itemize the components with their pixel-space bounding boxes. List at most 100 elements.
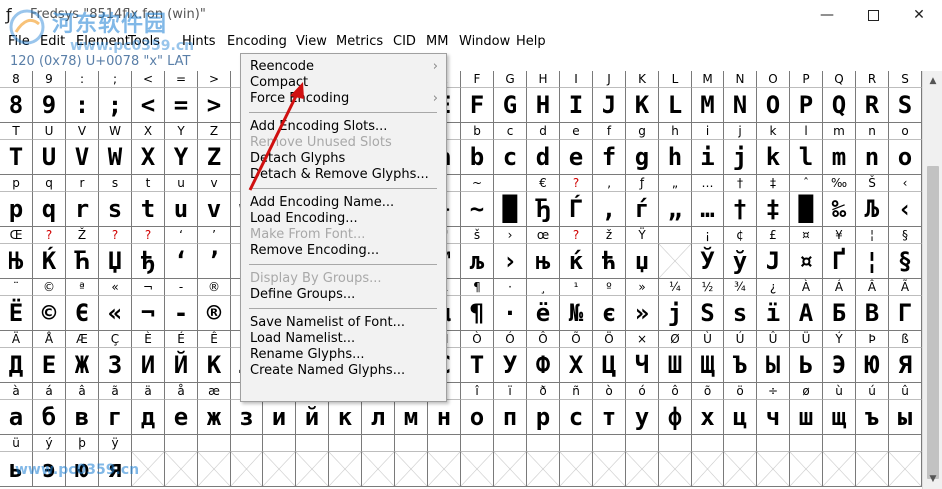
glyph-cell[interactable]: Я <box>889 348 922 383</box>
glyph-cell[interactable]: й <box>296 400 329 435</box>
glyph-cell[interactable]: L <box>659 88 692 123</box>
menu-help[interactable]: Help <box>516 34 546 49</box>
glyph-cell[interactable]: ф <box>659 400 692 435</box>
glyph-cell[interactable]: Ч <box>626 348 659 383</box>
glyph-cell[interactable]: ѓ <box>626 192 659 227</box>
glyph-cell[interactable]: ы <box>889 400 922 435</box>
glyph-cell[interactable]: f <box>593 140 626 175</box>
glyph-cell[interactable]: J <box>593 88 626 123</box>
glyph-cell[interactable]: n <box>856 140 889 175</box>
menu-item-remove-encoding[interactable]: Remove Encoding... <box>250 243 379 258</box>
glyph-cell[interactable]: Y <box>165 140 198 175</box>
menu-item-load-namelist[interactable]: Load Namelist... <box>250 331 355 346</box>
menu-item-create-named-glyphs[interactable]: Create Named Glyphs... <box>250 363 405 378</box>
glyph-cell[interactable]: Щ <box>692 348 724 383</box>
glyph-cell[interactable]: д <box>132 400 165 435</box>
glyph-cell[interactable]: а <box>0 400 33 435</box>
glyph-cell[interactable]: И <box>132 348 165 383</box>
menu-item-force-encoding[interactable]: Force Encoding <box>250 91 349 106</box>
glyph-cell[interactable]: Ъ <box>724 348 757 383</box>
glyph-cell[interactable]: ћ <box>593 244 626 279</box>
glyph-cell[interactable]: Й <box>165 348 198 383</box>
glyph-cell[interactable] <box>362 452 395 487</box>
glyph-cell[interactable]: Ь <box>790 348 823 383</box>
glyph-cell[interactable]: P <box>790 88 823 123</box>
glyph-cell[interactable]: M <box>692 88 724 123</box>
glyph-cell[interactable] <box>198 452 231 487</box>
glyph-cell[interactable]: c <box>494 140 527 175</box>
glyph-cell[interactable]: Q <box>823 88 856 123</box>
menu-item-save-namelist-of-font[interactable]: Save Namelist of Font... <box>250 315 405 330</box>
menu-item-add-encoding-name[interactable]: Add Encoding Name... <box>250 195 394 210</box>
glyph-cell[interactable]: … <box>692 192 724 227</box>
glyph-cell[interactable] <box>889 452 922 487</box>
glyph-cell[interactable]: q <box>33 192 66 227</box>
glyph-cell[interactable]: л <box>362 400 395 435</box>
glyph-cell[interactable] <box>494 452 527 487</box>
glyph-cell[interactable]: ј <box>659 296 692 331</box>
glyph-cell[interactable]: █ <box>790 192 823 227</box>
menu-mm[interactable]: MM <box>426 34 448 49</box>
glyph-cell[interactable]: ў <box>724 244 757 279</box>
glyph-cell[interactable]: O <box>757 88 790 123</box>
glyph-cell[interactable]: е <box>165 400 198 435</box>
menu-item-compact[interactable]: Compact <box>250 75 308 90</box>
glyph-cell[interactable]: U <box>33 140 66 175</box>
glyph-cell[interactable] <box>757 452 790 487</box>
glyph-cell[interactable]: ж <box>198 400 231 435</box>
glyph-cell[interactable]: † <box>724 192 757 227</box>
glyph-cell[interactable]: H <box>527 88 560 123</box>
scroll-thumb[interactable] <box>927 166 939 479</box>
glyph-cell[interactable]: ¤ <box>790 244 823 279</box>
glyph-cell[interactable]: ѕ <box>724 296 757 331</box>
glyph-cell[interactable]: Э <box>823 348 856 383</box>
glyph-cell[interactable]: ц <box>724 400 757 435</box>
glyph-cell[interactable]: њ <box>527 244 560 279</box>
glyph-cell[interactable]: 8 <box>0 88 33 123</box>
glyph-cell[interactable]: j <box>724 140 757 175</box>
glyph-cell[interactable]: e <box>560 140 593 175</box>
glyph-cell[interactable]: F <box>461 88 494 123</box>
glyph-cell[interactable]: T <box>0 140 33 175</box>
glyph-cell[interactable]: щ <box>823 400 856 435</box>
minimize-button[interactable]: — <box>804 0 850 31</box>
glyph-cell[interactable]: б <box>33 400 66 435</box>
close-button[interactable]: ✕ <box>896 0 942 31</box>
scroll-down-arrow-icon[interactable]: ▼ <box>927 473 939 485</box>
glyph-cell[interactable]: ‹ <box>889 192 922 227</box>
glyph-cell[interactable]: ¦ <box>856 244 889 279</box>
glyph-cell[interactable]: ‘ <box>165 244 198 279</box>
glyph-cell[interactable] <box>790 452 823 487</box>
menu-window[interactable]: Window <box>459 34 510 49</box>
glyph-cell[interactable]: ъ <box>856 400 889 435</box>
glyph-cell[interactable]: p <box>0 192 33 227</box>
glyph-cell[interactable]: © <box>33 296 66 331</box>
glyph-cell[interactable] <box>165 452 198 487</box>
glyph-cell[interactable]: и <box>263 400 296 435</box>
glyph-cell[interactable] <box>428 452 461 487</box>
glyph-cell[interactable]: о <box>461 400 494 435</box>
glyph-cell[interactable] <box>626 452 659 487</box>
glyph-cell[interactable]: р <box>527 400 560 435</box>
glyph-cell[interactable]: х <box>692 400 724 435</box>
glyph-cell[interactable]: џ <box>626 244 659 279</box>
glyph-cell[interactable]: ‚ <box>593 192 626 227</box>
glyph-cell[interactable]: к <box>329 400 362 435</box>
glyph-cell[interactable]: Ы <box>757 348 790 383</box>
glyph-cell[interactable]: н <box>428 400 461 435</box>
glyph-cell[interactable]: Б <box>823 296 856 331</box>
glyph-cell[interactable]: u <box>165 192 198 227</box>
glyph-cell[interactable]: Ћ <box>66 244 99 279</box>
glyph-cell[interactable]: Ё <box>0 296 33 331</box>
glyph-cell[interactable]: » <box>626 296 659 331</box>
glyph-cell[interactable]: t <box>132 192 165 227</box>
glyph-cell[interactable] <box>593 452 626 487</box>
maximize-button[interactable] <box>850 0 896 31</box>
glyph-cell[interactable]: В <box>856 296 889 331</box>
glyph-cell[interactable]: g <box>626 140 659 175</box>
menu-item-add-encoding-slots[interactable]: Add Encoding Slots... <box>250 119 387 134</box>
glyph-cell[interactable]: r <box>66 192 99 227</box>
menu-item-detach-remove-glyphs[interactable]: Detach & Remove Glyphs... <box>250 167 429 182</box>
glyph-cell[interactable]: i <box>692 140 724 175</box>
menu-item-define-groups[interactable]: Define Groups... <box>250 287 355 302</box>
